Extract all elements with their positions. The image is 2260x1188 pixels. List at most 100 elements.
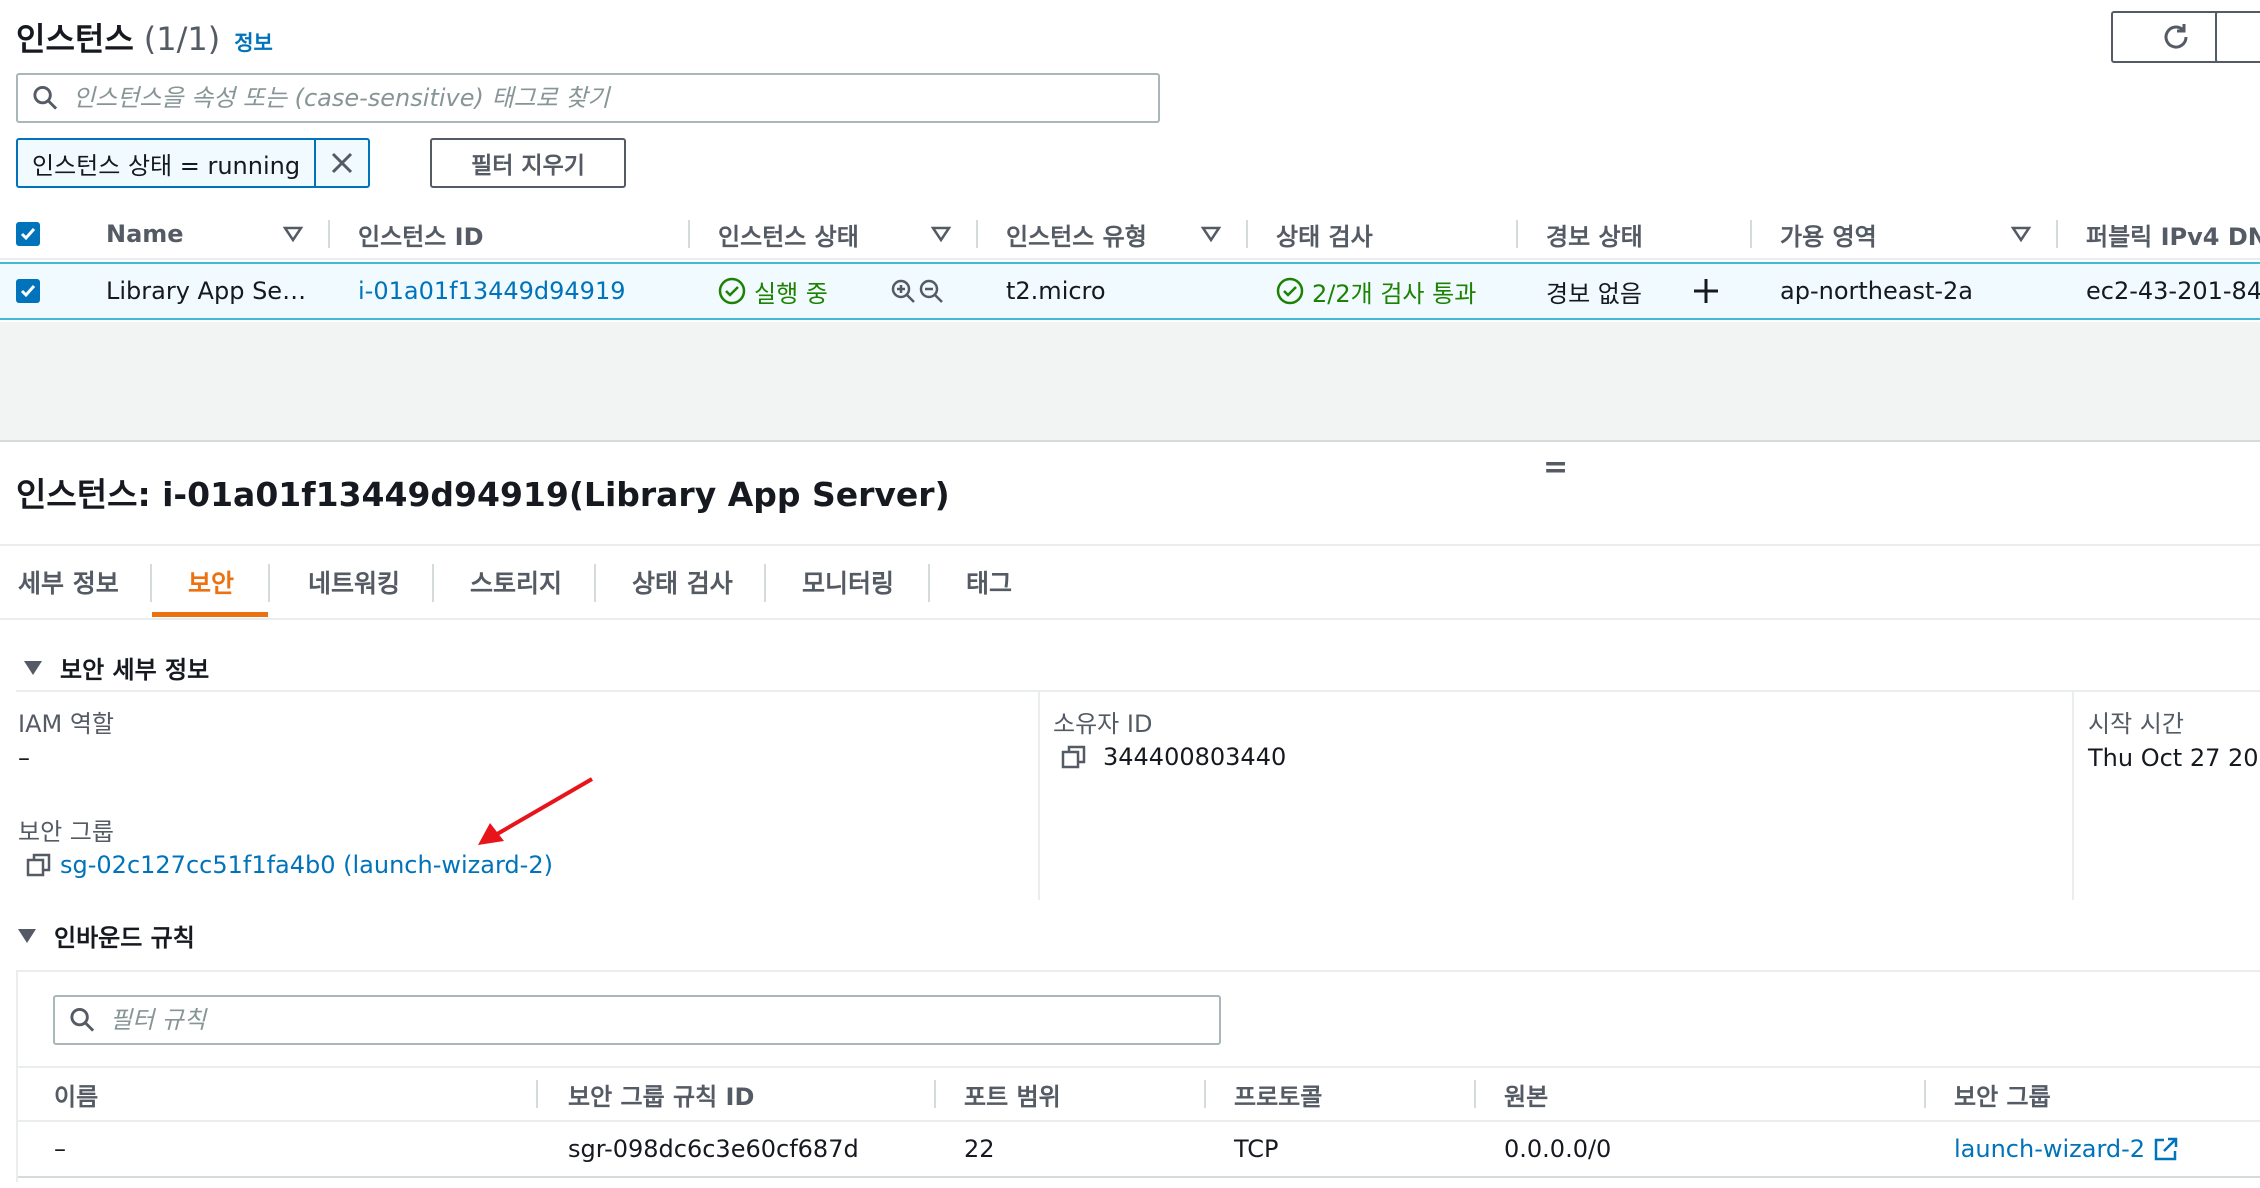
rule-cell-rule-id: sgr-098dc6c3e60cf687d (568, 1135, 859, 1163)
close-icon (332, 152, 353, 174)
zoom-in-icon[interactable] (890, 278, 916, 304)
row-checkbox[interactable] (16, 264, 40, 318)
table-empty-area (0, 322, 2260, 442)
rule-cell-source: 0.0.0.0/0 (1504, 1135, 1612, 1163)
status-check-text: 2/2개 검사 통과 (1312, 279, 1477, 308)
external-link-icon[interactable] (2153, 1136, 2179, 1162)
security-group-label: 보안 그룹 (18, 818, 114, 846)
caret-down-icon (18, 928, 36, 943)
search-icon (70, 1007, 95, 1032)
copy-icon[interactable] (26, 852, 52, 878)
instances-table-header: Name 인스턴스 ID 인스턴스 상태 인스턴스 유형 상태 검사 경보 상태… (0, 208, 2260, 260)
select-all-checkbox[interactable] (16, 208, 40, 260)
page-title: 인스턴스 (16, 20, 134, 58)
filter-token: 인스턴스 상태 = running (16, 138, 371, 188)
divider (16, 690, 2260, 692)
add-alarm-button[interactable] (1692, 264, 1720, 318)
copy-icon[interactable] (1061, 744, 1087, 770)
split-panel-resize-handle[interactable]: = (1543, 450, 1568, 485)
cell-name: Library App Se… (106, 277, 307, 305)
security-group-value: sg-02c127cc51f1fa4b0 (launch-wizard-2) (26, 851, 553, 879)
connect-button[interactable] (2215, 11, 2260, 63)
rule-column-security-group[interactable]: 보안 그룹 (1954, 1068, 2051, 1120)
sort-down-icon[interactable] (1201, 224, 1221, 244)
cell-status-check: 2/2개 검사 통과 (1276, 264, 1476, 318)
tab-storage[interactable]: 스토리지 (470, 546, 562, 618)
owner-id-value: 344400803440 (1061, 743, 1286, 771)
rule-column-protocol[interactable]: 프로토콜 (1234, 1068, 1322, 1120)
search-icon (33, 85, 58, 110)
rule-filter-input[interactable] (110, 1006, 1219, 1034)
iam-role-value: – (18, 744, 30, 772)
plus-icon (1694, 279, 1718, 303)
table-row: – sgr-098dc6c3e60cf687d 22 TCP 0.0.0.0/0… (18, 1122, 2260, 1178)
column-instance-type[interactable]: 인스턴스 유형 (1006, 208, 1147, 260)
page-header: 인스턴스 (1/1) 정보 (16, 14, 273, 58)
instance-search[interactable] (16, 73, 1160, 123)
rule-filter-search[interactable] (53, 995, 1221, 1045)
iam-role-label: IAM 역할 (18, 710, 114, 738)
table-row[interactable]: Library App Se… i-01a01f13449d94919 실행 중… (0, 262, 2260, 320)
check-circle-icon (718, 277, 746, 305)
column-instance-id[interactable]: 인스턴스 ID (358, 208, 484, 260)
rule-column-source[interactable]: 원본 (1504, 1068, 1548, 1120)
annotation-arrow-icon (478, 777, 594, 845)
sort-down-icon[interactable] (2011, 224, 2031, 244)
filter-token-label: 인스턴스 상태 = running (32, 151, 301, 180)
state-text: 실행 중 (754, 279, 828, 308)
zoom-out-icon[interactable] (918, 278, 944, 304)
check-icon (20, 285, 36, 298)
tab-security[interactable]: 보안 (188, 546, 234, 618)
owner-id-text: 344400803440 (1103, 743, 1287, 771)
check-circle-icon (1276, 277, 1304, 305)
sort-down-icon[interactable] (283, 224, 303, 244)
instance-count: (1/1) (143, 20, 221, 58)
inbound-rules-heading: 인바운드 규칙 (54, 924, 195, 952)
zoom-controls (890, 264, 944, 318)
security-group-link[interactable]: sg-02c127cc51f1fa4b0 (launch-wizard-2) (60, 851, 553, 879)
info-link[interactable]: 정보 (234, 27, 273, 57)
launch-time-value: Thu Oct 27 202 (2088, 744, 2260, 772)
cell-alarm-status: 경보 없음 (1546, 279, 1642, 308)
active-tab-indicator (152, 612, 268, 617)
column-public-dns[interactable]: 퍼블릭 IPv4 DNS (2086, 208, 2260, 260)
refresh-icon (2164, 24, 2188, 49)
rules-table-header: 이름 보안 그룹 규칙 ID 포트 범위 프로토콜 원본 보안 그룹 (18, 1066, 2260, 1122)
caret-down-icon (24, 660, 42, 675)
rule-column-port-range[interactable]: 포트 범위 (964, 1068, 1061, 1120)
tab-status-checks[interactable]: 상태 검사 (632, 546, 733, 618)
security-details-heading: 보안 세부 정보 (60, 656, 210, 684)
sort-down-icon[interactable] (931, 224, 951, 244)
rule-security-group-link[interactable]: launch-wizard-2 (1954, 1135, 2145, 1163)
owner-id-label: 소유자 ID (1053, 710, 1153, 738)
column-name[interactable]: Name (106, 208, 184, 260)
detail-title: 인스턴스: i-01a01f13449d94919(Library App Se… (16, 475, 950, 514)
cell-public-dns: ec2-43-201-84 (2086, 277, 2260, 305)
instance-search-input[interactable] (72, 84, 1158, 112)
divider (1038, 692, 1040, 900)
tab-details[interactable]: 세부 정보 (18, 546, 119, 618)
detail-tabs: 세부 정보 보안 네트워킹 스토리지 상태 검사 모니터링 태그 (0, 544, 2260, 620)
cell-instance-type: t2.micro (1006, 277, 1106, 305)
rule-column-rule-id[interactable]: 보안 그룹 규칙 ID (568, 1068, 754, 1120)
rule-column-name[interactable]: 이름 (54, 1068, 98, 1120)
clear-filters-button[interactable]: 필터 지우기 (430, 138, 626, 188)
rule-cell-name: – (54, 1135, 66, 1163)
column-availability-zone[interactable]: 가용 영역 (1780, 208, 1877, 260)
rule-cell-protocol: TCP (1234, 1135, 1279, 1163)
tab-monitoring[interactable]: 모니터링 (802, 546, 894, 618)
inbound-rules-toggle[interactable]: 인바운드 규칙 (18, 918, 195, 953)
tab-networking[interactable]: 네트워킹 (308, 546, 400, 618)
rule-cell-port-range: 22 (964, 1135, 995, 1163)
tab-tags[interactable]: 태그 (966, 546, 1012, 618)
check-icon (20, 228, 36, 241)
column-instance-state[interactable]: 인스턴스 상태 (718, 208, 859, 260)
divider (2072, 692, 2074, 900)
security-details-toggle[interactable]: 보안 세부 정보 (24, 650, 209, 685)
remove-filter-button[interactable] (314, 140, 368, 186)
column-status-check[interactable]: 상태 검사 (1276, 208, 1373, 260)
launch-time-label: 시작 시간 (2088, 710, 2184, 738)
rule-cell-security-group: launch-wizard-2 (1954, 1122, 2179, 1176)
column-alarm-status[interactable]: 경보 상태 (1546, 208, 1643, 260)
cell-instance-id-link[interactable]: i-01a01f13449d94919 (358, 264, 626, 318)
